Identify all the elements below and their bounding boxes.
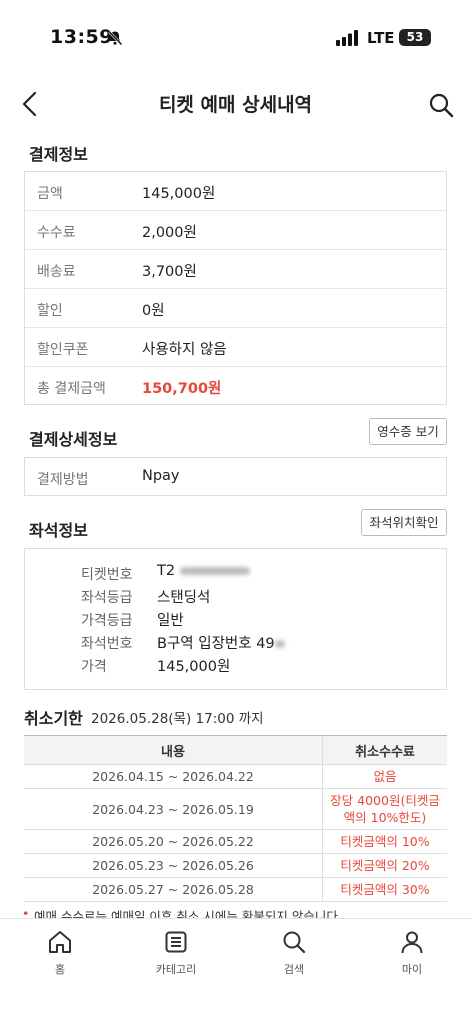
search-icon <box>283 931 306 954</box>
payment-label: 배송료 <box>37 264 76 280</box>
fee-cell: 티켓금액의 20% <box>322 853 447 878</box>
cancel-deadline-date: 2026.05.28(목) 17:00 까지 <box>91 711 264 727</box>
page-title: 티켓 예매 상세내역 <box>158 94 313 116</box>
payment-method-box: 결제방법 Npay <box>24 457 447 496</box>
payment-section-title: 결제정보 <box>29 145 88 164</box>
table-row: 2026.05.23 ~ 2026.05.26 티켓금액의 20% <box>24 853 447 878</box>
battery-icon: 53 <box>399 29 431 46</box>
payment-value: 2,000원 <box>142 225 197 241</box>
nav-label: 카테고리 <box>155 963 197 976</box>
nav-label: 마이 <box>401 963 423 976</box>
payment-detail-title: 결제상세정보 <box>29 430 118 449</box>
ticket-number: T2 <box>157 563 250 579</box>
payment-row-total: 총 결제금액 150,700원 <box>25 367 446 406</box>
nav-category[interactable]: 카테고리 <box>131 929 221 977</box>
seat-location-button[interactable]: 좌석위치확인 <box>361 509 447 536</box>
period-cell: 2026.05.20 ~ 2026.05.22 <box>24 829 323 854</box>
payment-label: 총 결제금액 <box>37 381 106 397</box>
cancel-fee-table: 내용 취소수수료 2026.04.15 ~ 2026.04.22 없음 2026… <box>24 735 447 902</box>
price-grade: 일반 <box>157 613 184 629</box>
nav-search[interactable]: 검색 <box>249 929 339 977</box>
ticket-number-value: T2 <box>157 563 176 579</box>
fee-cell: 장당 4000원(티켓금액의 10%한도) <box>322 788 447 830</box>
payment-method-label: 결제방법 <box>37 472 89 488</box>
payment-row-discount: 할인 0원 <box>25 289 446 328</box>
nav-my[interactable]: 마이 <box>367 929 457 977</box>
period-cell: 2026.05.23 ~ 2026.05.26 <box>24 853 323 878</box>
battery-level: 53 <box>406 30 424 44</box>
period-cell: 2026.04.23 ~ 2026.05.19 <box>24 788 323 830</box>
payment-row-shipping: 배송료 3,700원 <box>25 250 446 289</box>
seat-grade: 스탠딩석 <box>157 590 211 606</box>
seat-label: 가격 <box>81 659 107 675</box>
period-cell: 2026.04.15 ~ 2026.04.22 <box>24 764 323 789</box>
seat-label: 좌석등급 <box>81 590 133 606</box>
seat-price: 145,000원 <box>157 659 231 675</box>
payment-label: 할인쿠폰 <box>37 342 89 358</box>
table-header-row: 내용 취소수수료 <box>24 735 447 765</box>
payment-row-coupon: 할인쿠폰 사용하지 않음 <box>25 328 446 367</box>
fee-cell: 없음 <box>322 764 447 789</box>
table-row: 2026.04.23 ~ 2026.05.19 장당 4000원(티켓금액의 1… <box>24 788 447 830</box>
column-header: 취소수수료 <box>322 735 447 765</box>
payment-value: 145,000원 <box>142 186 216 202</box>
seat-label: 티켓번호 <box>81 567 133 583</box>
person-icon <box>401 931 423 954</box>
bottom-nav: 홈 카테고리 검색 마이 <box>0 918 471 1025</box>
payment-row-fee: 수수료 2,000원 <box>25 211 446 250</box>
table-row: 2026.04.15 ~ 2026.04.22 없음 <box>24 764 447 789</box>
seat-section-title: 좌석정보 <box>29 521 88 540</box>
table-row: 2026.05.20 ~ 2026.05.22 티켓금액의 10% <box>24 829 447 854</box>
redacted-text <box>179 567 250 575</box>
payment-label: 금액 <box>37 186 63 202</box>
redacted-text <box>274 640 285 648</box>
payment-value: 0원 <box>142 303 165 319</box>
search-icon[interactable] <box>428 92 454 118</box>
payment-method-value: Npay <box>142 468 180 484</box>
payment-method-row: 결제방법 Npay <box>25 458 446 497</box>
nav-home[interactable]: 홈 <box>15 929 105 977</box>
seat-label: 좌석번호 <box>81 636 133 652</box>
total-amount: 150,700원 <box>142 381 222 397</box>
nav-label: 홈 <box>54 963 66 976</box>
payment-row-amount: 금액 145,000원 <box>25 172 446 211</box>
payment-info-box: 금액 145,000원 수수료 2,000원 배송료 3,700원 할인 0원 … <box>24 171 447 405</box>
network-type: LTE <box>367 29 395 47</box>
seat-label: 가격등급 <box>81 613 133 629</box>
fee-cell: 티켓금액의 30% <box>322 877 447 902</box>
home-icon <box>49 931 71 953</box>
payment-label: 수수료 <box>37 225 76 241</box>
payment-value: 사용하지 않음 <box>142 342 227 358</box>
period-cell: 2026.05.27 ~ 2026.05.28 <box>24 877 323 902</box>
fee-cell: 티켓금액의 10% <box>322 829 447 854</box>
seat-number-value: B구역 입장번호 49 <box>157 636 275 652</box>
status-time: 13:59 <box>50 26 113 48</box>
payment-value: 3,700원 <box>142 264 197 280</box>
signal-icon <box>336 30 358 46</box>
payment-label: 할인 <box>37 303 63 319</box>
cancel-deadline-title: 취소기한 <box>24 709 83 728</box>
nav-label: 검색 <box>283 963 305 976</box>
list-icon <box>165 931 187 953</box>
seat-number: B구역 입장번호 49 <box>157 632 285 653</box>
table-row: 2026.05.27 ~ 2026.05.28 티켓금액의 30% <box>24 877 447 902</box>
receipt-button[interactable]: 영수증 보기 <box>369 418 447 445</box>
seat-info-box: 티켓번호 T2 좌석등급 스탠딩석 가격등급 일반 좌석번호 B구역 입장번호 … <box>24 548 447 690</box>
bell-muted-icon <box>108 30 123 46</box>
column-header: 내용 <box>24 735 323 765</box>
